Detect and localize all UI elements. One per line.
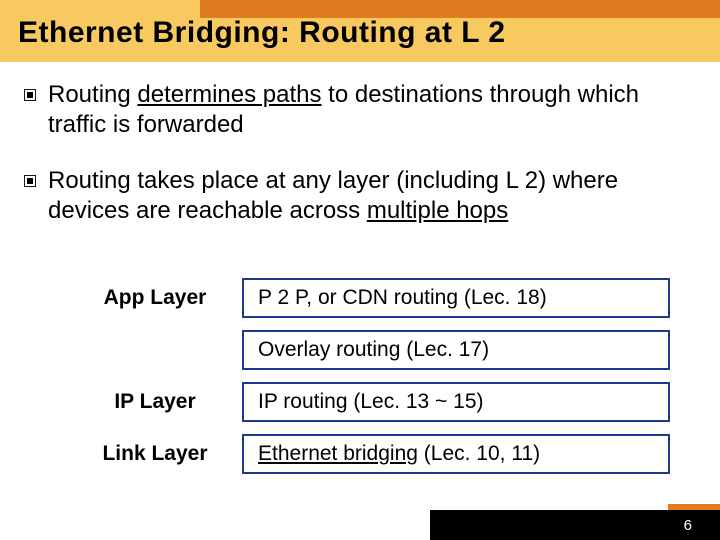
table-row: IP Layer IP routing (Lec. 13 ~ 15) <box>90 382 670 422</box>
title-bar: Ethernet Bridging: Routing at L 2 <box>0 0 720 70</box>
bullet-square-icon <box>24 175 36 187</box>
content-area: Routing determines paths to destinations… <box>0 80 720 252</box>
bullet-text: Routing determines paths to destinations… <box>48 80 696 140</box>
footer-bar: 6 <box>430 510 720 540</box>
table-row: Overlay routing (Lec. 17) <box>90 330 670 370</box>
layer-label: Link Layer <box>90 442 220 466</box>
layer-desc: Overlay routing (Lec. 17) <box>242 330 670 370</box>
layer-desc: P 2 P, or CDN routing (Lec. 18) <box>242 278 670 318</box>
page-number: 6 <box>684 517 692 534</box>
bullet-item: Routing determines paths to destinations… <box>24 80 696 140</box>
table-row: App Layer P 2 P, or CDN routing (Lec. 18… <box>90 278 670 318</box>
slide-title: Ethernet Bridging: Routing at L 2 <box>18 16 506 50</box>
footer-accent <box>668 504 720 510</box>
layer-desc: IP routing (Lec. 13 ~ 15) <box>242 382 670 422</box>
layer-label: App Layer <box>90 286 220 310</box>
layer-label: IP Layer <box>90 390 220 414</box>
bullet-item: Routing takes place at any layer (includ… <box>24 166 696 226</box>
bullet-square-icon <box>24 89 36 101</box>
bullet-text: Routing takes place at any layer (includ… <box>48 166 696 226</box>
layer-table: App Layer P 2 P, or CDN routing (Lec. 18… <box>0 278 720 486</box>
layer-desc: Ethernet bridging (Lec. 10, 11) <box>242 434 670 474</box>
table-row: Link Layer Ethernet bridging (Lec. 10, 1… <box>90 434 670 474</box>
